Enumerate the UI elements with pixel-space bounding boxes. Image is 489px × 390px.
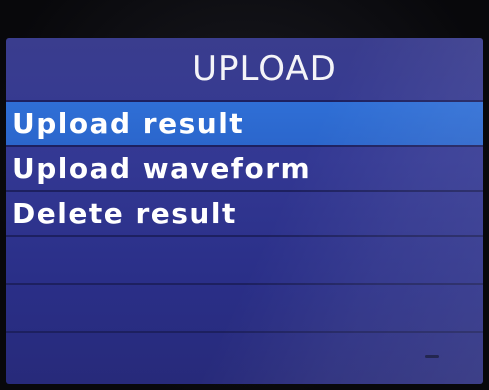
- screen-mark: [425, 355, 439, 358]
- menu-item-delete-result[interactable]: Delete result: [6, 190, 483, 235]
- menu-item-empty: [6, 283, 483, 331]
- page-title: UPLOAD: [192, 49, 337, 89]
- menu-item-upload-result[interactable]: Upload result: [6, 100, 483, 145]
- menu-item-upload-waveform[interactable]: Upload waveform: [6, 145, 483, 190]
- menu-item-empty: [6, 235, 483, 283]
- device-bezel: UPLOAD Upload result Upload waveform Del…: [0, 0, 489, 390]
- upload-menu: Upload result Upload waveform Delete res…: [6, 100, 483, 379]
- menu-item-empty: [6, 331, 483, 379]
- lcd-screen: UPLOAD Upload result Upload waveform Del…: [6, 38, 483, 384]
- title-bar: UPLOAD: [6, 38, 483, 100]
